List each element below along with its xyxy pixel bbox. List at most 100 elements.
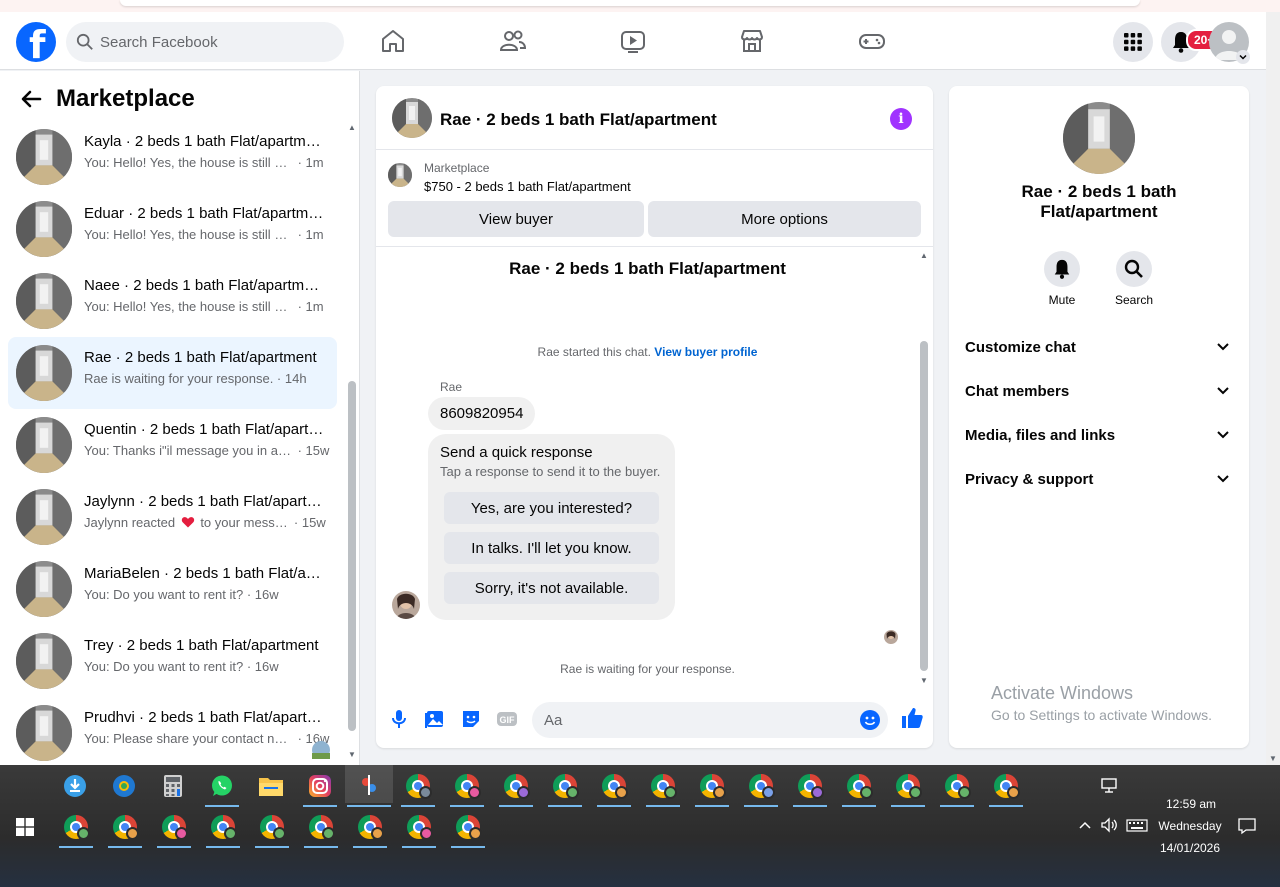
taskbar-chrome-window[interactable] <box>448 769 486 807</box>
chat-scrollbar[interactable]: ▲ ▼ <box>919 251 929 685</box>
taskbar-chrome-window[interactable] <box>497 769 535 807</box>
taskbar-chrome-window[interactable] <box>840 769 878 807</box>
taskbar-app-whatsapp[interactable] <box>203 769 241 807</box>
view-buyer-profile-link[interactable]: View buyer profile <box>654 345 757 359</box>
chevron-down-icon[interactable] <box>1236 50 1250 64</box>
conversation-item[interactable]: Rae · 2 beds 1 bath Flat/apartment Rae is… <box>8 337 337 409</box>
marketplace-icon[interactable] <box>737 26 767 56</box>
taskbar-chrome-window[interactable] <box>351 810 389 848</box>
scroll-down-arrow[interactable]: ▼ <box>1269 754 1277 763</box>
notification-center-icon[interactable] <box>1238 817 1256 835</box>
message-input[interactable] <box>544 702 844 738</box>
quick-response-option[interactable]: Sorry, it's not available. <box>444 572 659 604</box>
taskbar-chrome-window[interactable] <box>644 769 682 807</box>
gif-icon[interactable]: GIF <box>496 708 518 730</box>
taskbar-chrome-window[interactable] <box>546 769 584 807</box>
menu-button[interactable] <box>1113 22 1153 62</box>
taskbar-chrome-window[interactable] <box>595 769 633 807</box>
quick-response-option[interactable]: In talks. I'll let you know. <box>444 532 659 564</box>
chevron-up-icon[interactable] <box>1078 820 1092 830</box>
taskbar-chrome-window[interactable] <box>106 810 144 848</box>
scroll-up-arrow[interactable]: ▲ <box>348 123 356 132</box>
scroll-down-arrow[interactable]: ▼ <box>348 750 356 759</box>
message-bubble[interactable]: 8609820954 <box>428 397 536 430</box>
sidebar-scroll-thumb[interactable] <box>348 381 356 731</box>
taskbar-chrome-window[interactable] <box>155 810 193 848</box>
mute-button[interactable] <box>1044 251 1080 287</box>
taskbar-chrome-window[interactable] <box>253 810 291 848</box>
search-box[interactable] <box>66 22 344 62</box>
taskbar-chrome-window[interactable] <box>449 810 487 848</box>
taskbar-chrome-window[interactable] <box>302 810 340 848</box>
search-button[interactable] <box>1116 251 1152 287</box>
taskbar-app-instagram[interactable] <box>301 769 339 807</box>
listing-avatar-large[interactable] <box>1063 102 1135 174</box>
listing-price[interactable]: $750 - 2 beds 1 bath Flat/apartment <box>424 179 631 194</box>
like-icon[interactable] <box>900 706 924 730</box>
page-scrollbar[interactable]: ▼ <box>1266 12 1280 765</box>
taskbar-app-active[interactable] <box>345 765 393 807</box>
gaming-icon[interactable] <box>857 26 887 56</box>
conversation-item[interactable]: Prudhvi · 2 beds 1 bath Flat/apartment Yo… <box>8 697 337 769</box>
taskbar-chrome-window[interactable] <box>791 769 829 807</box>
clock-time[interactable]: 12:59 am <box>1160 797 1222 811</box>
quick-response-option[interactable]: Yes, are you interested? <box>444 492 659 524</box>
taskbar-chrome-window[interactable] <box>204 810 242 848</box>
conversation-name: Trey · 2 beds 1 bath Flat/apartment <box>84 637 319 654</box>
scroll-up-arrow[interactable]: ▲ <box>920 251 928 260</box>
conversation-item[interactable]: Jaylynn · 2 beds 1 bath Flat/apartment Ja… <box>8 481 337 553</box>
section-privacy-support[interactable]: Privacy & support <box>965 462 1233 498</box>
emoji-icon[interactable] <box>860 710 880 730</box>
conversation-item[interactable]: Trey · 2 beds 1 bath Flat/apartment You: … <box>8 625 337 697</box>
facebook-logo[interactable]: f <box>16 22 56 67</box>
conversation-item[interactable]: Eduar · 2 beds 1 bath Flat/apartment You:… <box>8 193 337 265</box>
view-buyer-button[interactable]: View buyer <box>388 201 644 237</box>
chat-scroll-thumb[interactable] <box>920 341 928 671</box>
scroll-down-arrow[interactable]: ▼ <box>920 676 928 685</box>
sticker-icon[interactable] <box>460 708 482 730</box>
taskbar-chrome-window[interactable] <box>399 769 437 807</box>
chat-title[interactable]: Rae · 2 beds 1 bath Flat/apartment <box>440 110 717 130</box>
taskbar-chrome-window[interactable] <box>57 810 95 848</box>
section-customize-chat[interactable]: Customize chat <box>965 330 1233 366</box>
taskbar-chrome-window[interactable] <box>400 810 438 848</box>
taskbar-app-calculator[interactable] <box>154 769 192 803</box>
keyboard-icon[interactable] <box>1126 819 1148 832</box>
mute-action[interactable]: Mute <box>1032 251 1092 307</box>
conversation-item[interactable]: MariaBelen · 2 beds 1 bath Flat/apartmen… <box>8 553 337 625</box>
photo-icon[interactable] <box>424 708 446 730</box>
section-chat-members[interactable]: Chat members <box>965 374 1233 410</box>
search-input[interactable] <box>100 22 330 62</box>
taskbar-app-copilot[interactable] <box>56 769 94 803</box>
network-icon[interactable] <box>1101 778 1119 794</box>
taskbar-chrome-window[interactable] <box>889 769 927 807</box>
sender-avatar[interactable] <box>392 591 420 619</box>
windows-start-icon[interactable] <box>16 818 34 836</box>
home-icon[interactable] <box>378 26 408 56</box>
section-media-files-links[interactable]: Media, files and links <box>965 418 1233 454</box>
facebook-logo-glyph: f <box>29 23 46 67</box>
video-icon[interactable] <box>618 26 648 56</box>
clock-date[interactable]: 14/01/2026 <box>1155 841 1225 855</box>
taskbar-chrome-window[interactable] <box>938 769 976 807</box>
conversation-item[interactable]: Quentin · 2 beds 1 bath Flat/apartment Yo… <box>8 409 337 481</box>
volume-icon[interactable] <box>1100 817 1118 833</box>
listing-avatar[interactable] <box>392 98 432 138</box>
message-input-box[interactable] <box>532 702 888 738</box>
more-options-button[interactable]: More options <box>648 201 921 237</box>
search-action[interactable]: Search <box>1104 251 1164 307</box>
taskbar-chrome-window[interactable] <box>742 769 780 807</box>
friends-icon[interactable] <box>498 26 528 56</box>
taskbar-chrome-window[interactable] <box>693 769 731 807</box>
sidebar-scrollbar[interactable]: ▲ ▼ <box>347 123 357 759</box>
taskbar-chrome-window[interactable] <box>987 769 1025 807</box>
back-arrow-icon[interactable] <box>20 88 42 110</box>
browser-address-bar[interactable] <box>120 0 1140 6</box>
conversation-item[interactable]: Kayla · 2 beds 1 bath Flat/apartment You:… <box>8 121 337 193</box>
taskbar-app-edge[interactable] <box>105 769 143 803</box>
conversation-item[interactable]: Naee · 2 beds 1 bath Flat/apartment You: … <box>8 265 337 337</box>
info-icon[interactable]: i <box>890 108 912 130</box>
microphone-icon[interactable] <box>388 708 410 730</box>
taskbar-app-file-explorer[interactable] <box>252 769 290 803</box>
clock-day[interactable]: Wednesday <box>1155 819 1225 833</box>
